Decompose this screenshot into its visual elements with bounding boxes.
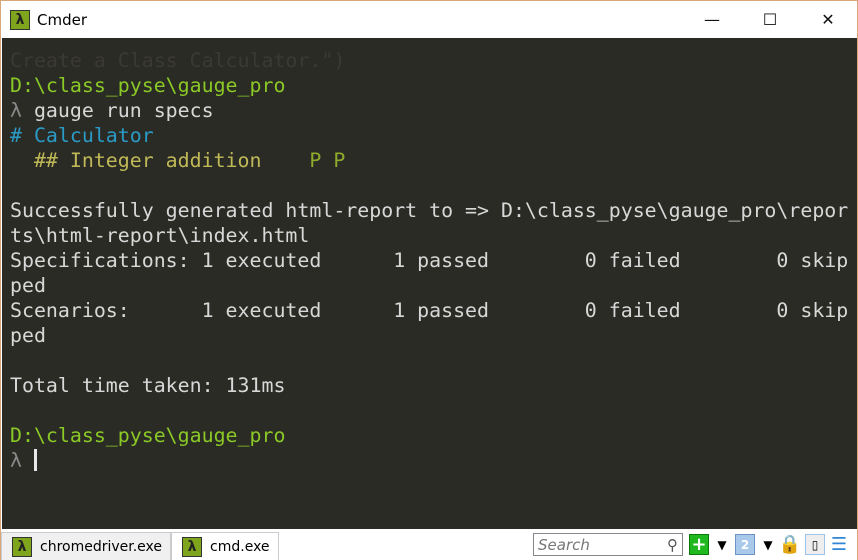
text-cursor <box>33 449 37 471</box>
tab-chromedriver[interactable]: λ chromedriver.exe <box>1 532 172 560</box>
terminal-text: λ <box>10 449 34 472</box>
terminal-text: ped <box>10 274 46 297</box>
terminal-line: D:\class_pyse\gauge_pro <box>10 73 857 98</box>
terminal-line: Successfully generated html-report to =>… <box>10 198 857 223</box>
close-button[interactable]: ✕ <box>799 1 857 38</box>
new-console-dropdown-icon[interactable]: ▼ <box>712 534 732 555</box>
terminal-text: P P <box>309 149 346 172</box>
terminal-text: Successfully generated html-report to =>… <box>10 199 849 222</box>
tab-label: chromedriver.exe <box>40 538 163 555</box>
search-icon[interactable]: ⚲ <box>667 536 678 554</box>
scrollbar-toggle-icon[interactable]: ▯ <box>805 534 825 555</box>
terminal-line: # Calculator <box>10 123 857 148</box>
menu-icon[interactable]: ☰ <box>829 534 849 555</box>
terminal-text: Specifications: 1 executed 1 passed 0 fa… <box>10 249 849 272</box>
search-input[interactable]: Search ⚲ <box>533 533 683 556</box>
search-placeholder: Search <box>538 535 590 554</box>
terminal-text: ped <box>10 324 46 347</box>
terminal-line: Specifications: 1 executed 1 passed 0 fa… <box>10 248 857 273</box>
new-console-button[interactable]: + <box>689 534 709 555</box>
terminal-text: D:\class_pyse\gauge_pro <box>10 74 286 97</box>
terminal-text: λ <box>10 99 34 122</box>
terminal-text: ## Integer addition <box>10 149 310 172</box>
title-bar: λ Cmder — ☐ ✕ <box>1 1 857 38</box>
terminal-line: λ gauge run specs <box>10 98 857 123</box>
terminal-line: Scenarios: 1 executed 1 passed 0 failed … <box>10 298 857 323</box>
terminal-text: Total time taken: 131ms <box>10 374 286 397</box>
terminal-text: ts\html-report\index.html <box>10 224 310 247</box>
terminal-text: Scenarios: 1 executed 1 passed 0 failed … <box>10 299 849 322</box>
terminal-output[interactable]: Create a Class Calculator.") D:\class_pys… <box>2 38 857 529</box>
terminal-line: Create a Class Calculator.") <box>10 48 857 73</box>
tab-label: cmd.exe <box>210 538 270 555</box>
console-dropdown-icon[interactable]: ▼ <box>758 534 778 555</box>
lock-icon[interactable]: 🔒 <box>779 534 801 555</box>
window-title: Cmder <box>37 10 88 29</box>
maximize-button[interactable]: ☐ <box>741 1 799 38</box>
terminal-line: Total time taken: 131ms <box>10 373 857 398</box>
lambda-icon: λ <box>182 536 203 557</box>
console-number-button[interactable]: 2 <box>735 534 755 555</box>
terminal-line: λ <box>10 448 857 473</box>
cmder-lambda-icon: λ <box>10 9 30 30</box>
lambda-icon: λ <box>12 536 32 557</box>
terminal-text: gauge run specs <box>33 99 214 122</box>
tab-cmd[interactable]: λ cmd.exe <box>171 532 279 560</box>
terminal-line: ped <box>10 323 857 348</box>
terminal-line: D:\class_pyse\gauge_pro <box>10 423 857 448</box>
terminal-text: # Calculator <box>10 124 154 147</box>
terminal-text: D:\class_pyse\gauge_pro <box>10 424 286 447</box>
terminal-text: Create a Class Calculator.") <box>10 49 346 72</box>
terminal-line: ## Integer addition P P <box>10 148 857 173</box>
minimize-button[interactable]: — <box>683 1 741 38</box>
terminal-line: ts\html-report\index.html <box>10 223 857 248</box>
terminal-line: ped <box>10 273 857 298</box>
